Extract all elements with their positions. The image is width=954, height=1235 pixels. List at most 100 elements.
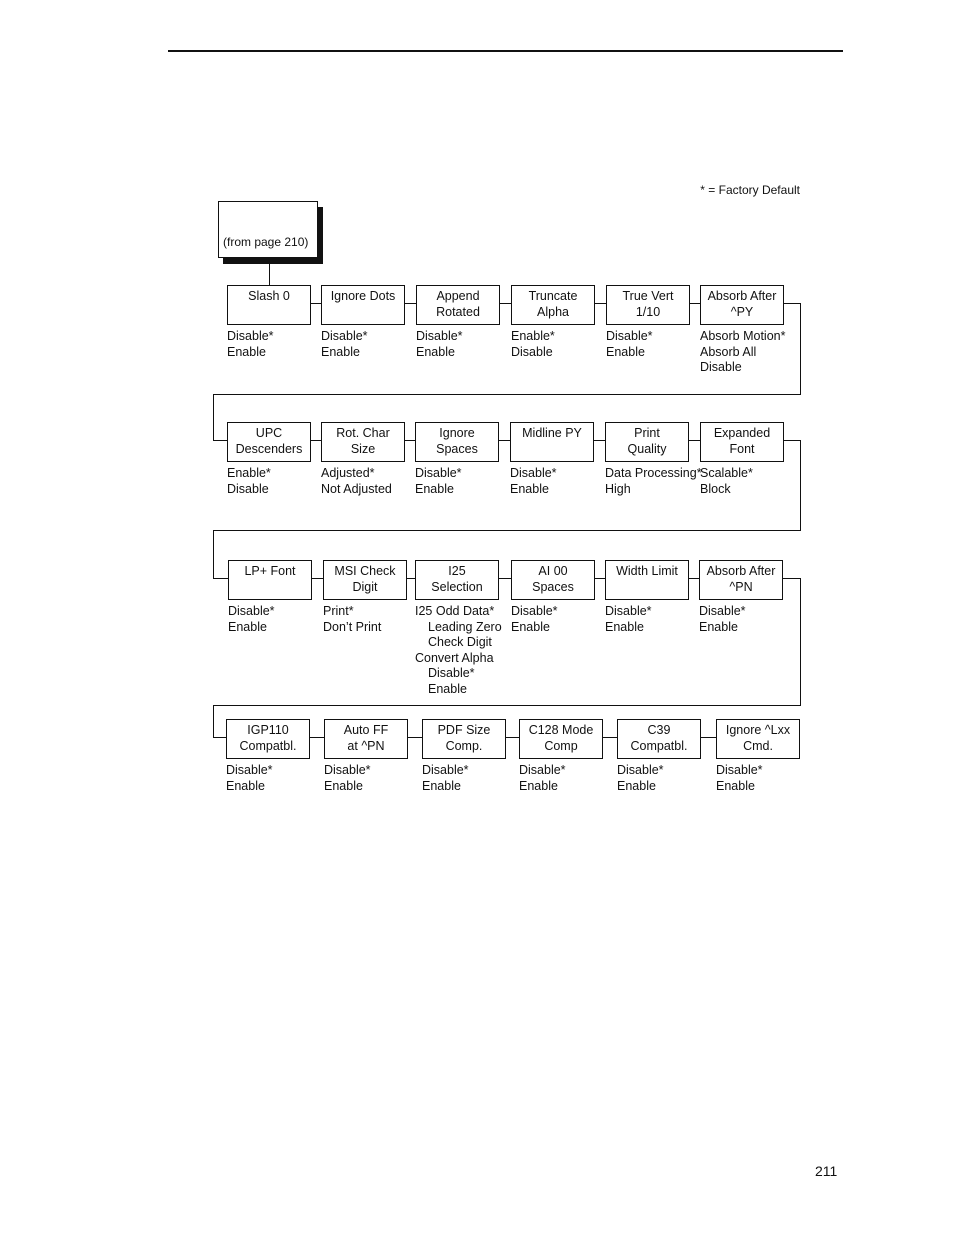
option-list: Absorb Motion* Absorb All Disable: [700, 329, 785, 376]
option-item: Disable*: [321, 329, 368, 343]
menu-box: Append Rotated: [416, 285, 500, 325]
menu-box-label: Comp: [544, 739, 578, 753]
option-item: Disable: [511, 344, 553, 359]
connector-line: [603, 737, 617, 738]
menu-box: True Vert 1/10: [606, 285, 690, 325]
menu-box-label: Absorb After: [707, 289, 777, 303]
option-item: Check Digit: [428, 635, 492, 650]
menu-box-label: Digit: [352, 580, 378, 594]
menu-box-label: Font: [729, 442, 755, 456]
option-item: Disable: [700, 360, 742, 375]
menu-box: Width Limit: [605, 560, 689, 600]
connector-line: [689, 440, 700, 441]
menu-box-label: UPC: [255, 426, 283, 440]
option-item: Disable*: [699, 604, 746, 618]
connector-line: [213, 530, 214, 578]
manual-page: * = Factory Default (from page 210) 211 …: [0, 0, 954, 1235]
option-item: High: [605, 481, 631, 496]
option-item: Data Processing*: [605, 466, 702, 480]
option-item: Disable*: [415, 466, 462, 480]
menu-box: UPC Descenders: [227, 422, 311, 462]
menu-box-label: ^PN: [729, 580, 753, 594]
option-list: Disable* Enable: [422, 763, 469, 794]
menu-box: C128 Mode Comp: [519, 719, 603, 759]
connector-line: [213, 737, 226, 738]
menu-box: Auto FF at ^PN: [324, 719, 408, 759]
option-item: Disable*: [605, 604, 652, 618]
menu-box-label: Ignore: [439, 426, 475, 440]
option-item: Disable*: [227, 329, 274, 343]
option-item: Enable: [510, 481, 549, 496]
menu-box: Absorb After ^PY: [700, 285, 784, 325]
option-list: Enable* Disable: [227, 466, 271, 497]
connector-line: [405, 440, 415, 441]
menu-box: MSI Check Digit: [323, 560, 407, 600]
menu-box-label: Slash 0: [248, 289, 290, 303]
menu-box: AI 00 Spaces: [511, 560, 595, 600]
connector-line: [405, 303, 416, 304]
connector-line: [269, 257, 270, 285]
option-item: Disable*: [428, 666, 475, 681]
connector-line: [213, 705, 801, 706]
option-item: Enable: [227, 344, 266, 359]
menu-box-label: Quality: [627, 442, 667, 456]
option-list: Disable* Enable: [324, 763, 371, 794]
connector-line: [689, 578, 699, 579]
connector-line: [783, 578, 801, 579]
option-item: Enable*: [511, 329, 555, 343]
option-list: Disable* Enable: [716, 763, 763, 794]
option-list: Data Processing* High: [605, 466, 702, 497]
menu-box: Ignore Dots: [321, 285, 405, 325]
option-list: Disable* Enable: [226, 763, 273, 794]
option-list: I25 Odd Data* Leading Zero Check Digit Conv…: [415, 604, 502, 698]
menu-box-label: Rot. Char: [336, 426, 390, 440]
menu-box-label: Spaces: [532, 580, 574, 594]
menu-box-label: C39: [647, 723, 671, 737]
option-list: Disable* Enable: [617, 763, 664, 794]
connector-line: [800, 440, 801, 530]
connector-line: [784, 440, 801, 441]
option-item: Not Adjusted: [321, 481, 392, 496]
menu-box-label: 1/10: [635, 305, 661, 319]
menu-box-label: Comp.: [445, 739, 483, 753]
menu-box-label: Absorb After: [706, 564, 776, 578]
connector-line: [213, 578, 228, 579]
from-page-label: (from page 210): [223, 235, 309, 249]
menu-box-label: C128 Mode: [528, 723, 594, 737]
connector-line: [408, 737, 422, 738]
menu-box-label: Cmd.: [743, 739, 773, 753]
menu-box-label: Midline PY: [522, 426, 582, 440]
option-list: Disable* Enable: [228, 604, 275, 635]
option-item: Enable: [606, 344, 645, 359]
option-item: Disable*: [511, 604, 558, 618]
menu-box-label: Size: [350, 442, 376, 456]
menu-box-label: Compatbl.: [630, 739, 688, 753]
menu-box-label: Ignore Dots: [330, 289, 396, 303]
option-item: Enable: [617, 778, 656, 793]
menu-box-label: Expanded: [713, 426, 771, 440]
menu-box-label: ^PY: [730, 305, 754, 319]
option-list: Disable* Enable: [510, 466, 557, 497]
option-item: Enable*: [227, 466, 271, 480]
option-item: Disable*: [422, 763, 469, 777]
menu-box: LP+ Font: [228, 560, 312, 600]
connector-line: [800, 578, 801, 705]
connector-line: [213, 530, 801, 531]
connector-line: [500, 303, 511, 304]
option-list: Disable* Enable: [606, 329, 653, 360]
option-item: Disable*: [226, 763, 273, 777]
menu-box-label: Ignore ^Lxx: [725, 723, 791, 737]
menu-box-label: Descenders: [235, 442, 303, 456]
option-item: Disable: [227, 481, 269, 496]
option-item: Disable*: [606, 329, 653, 343]
option-item: Don’t Print: [323, 619, 382, 634]
connector-line: [407, 578, 415, 579]
connector-line: [595, 578, 605, 579]
option-list: Disable* Enable: [605, 604, 652, 635]
option-item: Disable*: [519, 763, 566, 777]
option-item: Enable: [428, 681, 467, 696]
factory-default-legend: * = Factory Default: [700, 183, 800, 197]
connector-line: [312, 578, 323, 579]
option-list: Enable* Disable: [511, 329, 555, 360]
menu-box-label: Width Limit: [616, 564, 678, 578]
